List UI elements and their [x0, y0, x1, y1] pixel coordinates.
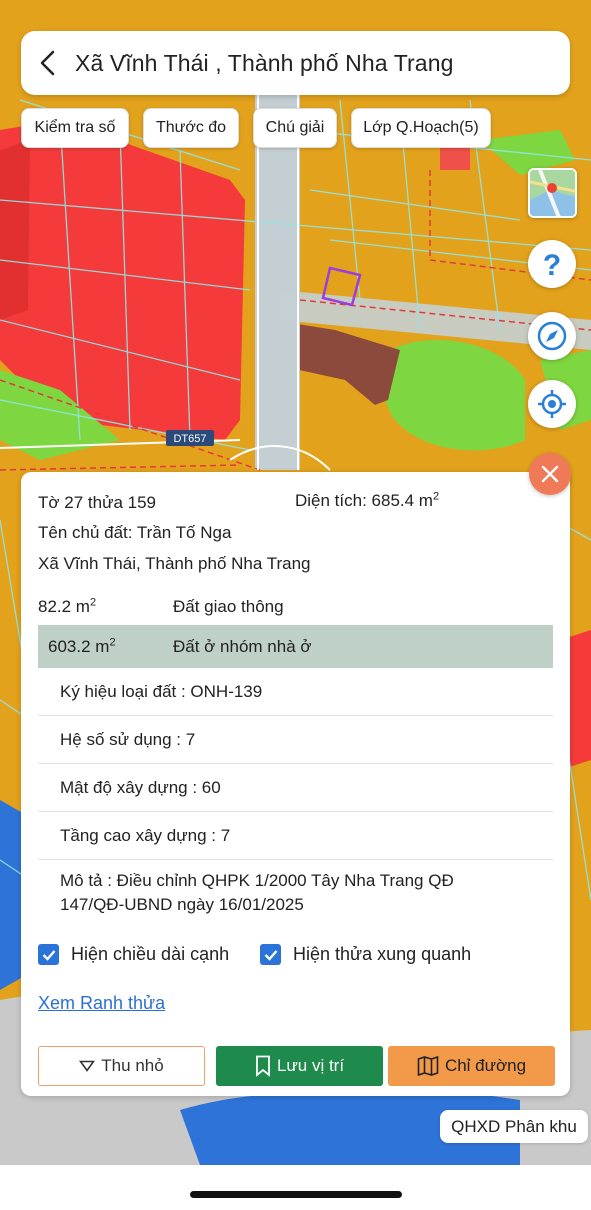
help-icon: ?	[543, 249, 561, 279]
parcel-address: Xã Vĩnh Thái, Thành phố Nha Trang	[38, 554, 311, 573]
svg-text:?: ?	[543, 249, 561, 279]
check-number-button[interactable]: Kiểm tra số	[21, 108, 129, 148]
home-indicator	[190, 1191, 402, 1198]
bookmark-icon	[256, 1055, 270, 1077]
checkbox-checked-icon	[38, 944, 59, 965]
triangle-down-icon	[79, 1060, 96, 1072]
close-icon	[541, 465, 559, 483]
show-edge-lengths-checkbox[interactable]: Hiện chiều dài cạnh	[38, 944, 229, 965]
checkbox-checked-icon	[260, 944, 281, 965]
owner-name: Tên chủ đất: Trần Tố Nga	[38, 523, 232, 542]
parcel-area: Diện tích: 685.4 m2	[295, 490, 440, 510]
compass-icon	[537, 321, 567, 351]
parcel-sheet: Tờ 27 thửa 159	[38, 493, 156, 512]
map-layer-icon	[530, 170, 575, 216]
map-layer-switcher[interactable]	[528, 168, 577, 218]
help-button[interactable]: ?	[528, 240, 576, 288]
show-nearby-parcels-checkbox[interactable]: Hiện thửa xung quanh	[260, 944, 471, 965]
back-button[interactable]	[21, 31, 75, 95]
header-bar: Xã Vĩnh Thái , Thành phố Nha Trang	[21, 31, 570, 95]
chevron-left-icon	[40, 50, 55, 76]
save-location-button[interactable]: Lưu vị trí	[216, 1046, 383, 1086]
directions-button[interactable]: Chỉ đường	[388, 1046, 555, 1086]
planning-layers-button[interactable]: Lớp Q.Hoạch(5)	[351, 108, 491, 148]
page-title: Xã Vĩnh Thái , Thành phố Nha Trang	[75, 49, 454, 76]
road-label: DT657	[173, 433, 206, 445]
map-icon	[417, 1056, 439, 1076]
building-density: Mật độ xây dựng : 60	[38, 764, 553, 812]
land-code: Ký hiệu loại đất : ONH-139	[38, 668, 553, 716]
parcel-info-panel: Tờ 27 thửa 159 Diện tích: 685.4 m2 Tên c…	[21, 472, 570, 1096]
legend-button[interactable]: Chú giải	[253, 108, 337, 148]
building-floors: Tầng cao xây dựng : 7	[38, 812, 553, 860]
locate-button[interactable]	[528, 380, 576, 428]
view-parcel-boundary-link[interactable]: Xem Ranh thửa	[38, 993, 165, 1014]
land-use-type: Đất giao thông	[173, 596, 284, 616]
close-panel-button[interactable]	[529, 453, 571, 495]
compass-button[interactable]	[528, 312, 576, 360]
minimize-button[interactable]: Thu nhỏ	[38, 1046, 205, 1086]
land-use-type: Đất ở nhóm nhà ở	[173, 636, 312, 656]
zone-label[interactable]: QHXD Phân khu	[440, 1110, 588, 1143]
usage-ratio: Hệ số sử dụng : 7	[38, 716, 553, 764]
plan-description: Mô tả : Điều chỉnh QHPK 1/2000 Tây Nha T…	[60, 871, 454, 914]
land-use-row-selected[interactable]: 603.2 m2 Đất ở nhóm nhà ở	[38, 625, 553, 668]
locate-icon	[538, 390, 566, 418]
measure-button[interactable]: Thước đo	[143, 108, 239, 148]
land-use-row[interactable]: 82.2 m2 Đất giao thông	[38, 585, 553, 628]
